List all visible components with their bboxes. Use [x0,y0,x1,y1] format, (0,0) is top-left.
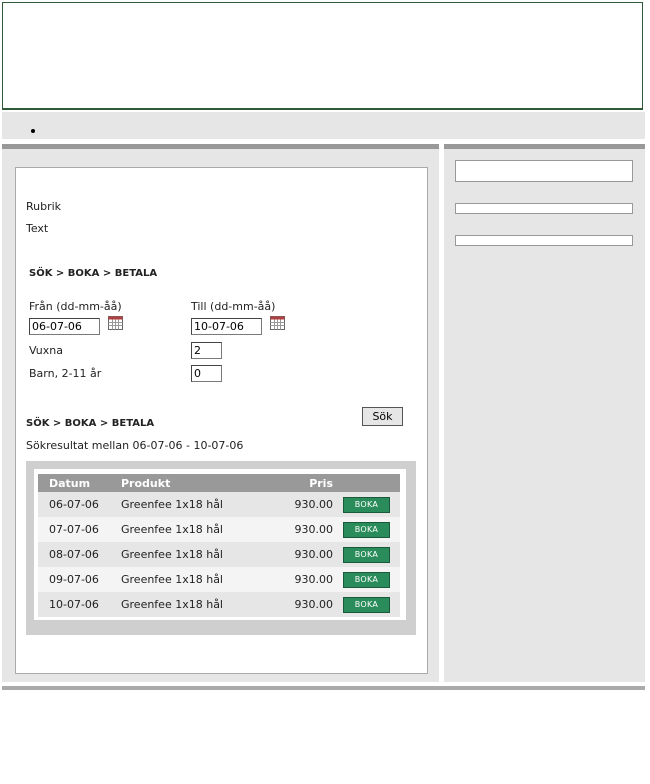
book-button[interactable]: BOKA [343,496,390,513]
page-text: Text [26,222,49,235]
book-button[interactable]: BOKA [343,596,390,613]
row-product: Greenfee 1x18 hål [121,492,271,517]
breadcrumb-steps: SÖK > BOKA > BETALA [29,268,158,279]
table-row: 09-07-06 Greenfee 1x18 hål 930.00 BOKA [38,567,400,592]
row-price: 930.00 [271,492,333,517]
row-date: 06-07-06 [38,492,121,517]
from-date-label: Från (dd-mm-åå) [29,300,122,313]
nav-bar [2,112,645,139]
sidebar-field[interactable] [455,160,633,182]
to-date-label: Till (dd-mm-åå) [191,300,276,313]
book-button[interactable]: BOKA [343,571,390,588]
column-header-action [333,474,400,492]
row-product: Greenfee 1x18 hål [121,567,271,592]
sidebar-field[interactable] [455,235,633,246]
nav-bullet [31,129,35,133]
row-date: 09-07-06 [38,567,121,592]
main-column: Rubrik Text SÖK > BOKA > BETALA Från (dd… [2,144,439,682]
page-heading: Rubrik [26,200,62,213]
results-table: Datum Produkt Pris 06-07-06 Greenfee 1x1… [38,474,400,617]
results-inner: Datum Produkt Pris 06-07-06 Greenfee 1x1… [34,469,406,620]
row-date: 07-07-06 [38,517,121,542]
row-product: Greenfee 1x18 hål [121,542,271,567]
sidebar-column [444,144,645,682]
children-input[interactable]: 0 [191,365,222,382]
header-banner [2,2,643,110]
book-button[interactable]: BOKA [343,521,390,538]
row-price: 930.00 [271,592,333,617]
children-label: Barn, 2-11 år [29,367,102,380]
row-product: Greenfee 1x18 hål [121,592,271,617]
book-button[interactable]: BOKA [343,546,390,563]
row-price: 930.00 [271,567,333,592]
table-row: 08-07-06 Greenfee 1x18 hål 930.00 BOKA [38,542,400,567]
table-row: 10-07-06 Greenfee 1x18 hål 930.00 BOKA [38,592,400,617]
row-product: Greenfee 1x18 hål [121,517,271,542]
adults-input[interactable]: 2 [191,342,222,359]
column-header-product: Produkt [121,474,271,492]
column-header-price: Pris [271,474,333,492]
sidebar-field[interactable] [455,203,633,214]
content-box: Rubrik Text SÖK > BOKA > BETALA Från (dd… [15,167,428,674]
row-date: 10-07-06 [38,592,121,617]
row-date: 08-07-06 [38,542,121,567]
table-header-row: Datum Produkt Pris [38,474,400,492]
results-panel: Datum Produkt Pris 06-07-06 Greenfee 1x1… [26,461,416,635]
calendar-icon[interactable] [108,316,123,330]
row-price: 930.00 [271,517,333,542]
search-button[interactable]: Sök [362,407,403,426]
table-row: 07-07-06 Greenfee 1x18 hål 930.00 BOKA [38,517,400,542]
from-date-input[interactable]: 06-07-06 [29,318,100,335]
adults-label: Vuxna [29,344,63,357]
calendar-icon[interactable] [270,316,285,330]
row-price: 930.00 [271,542,333,567]
to-date-input[interactable]: 10-07-06 [191,318,262,335]
results-caption: Sökresultat mellan 06-07-06 - 10-07-06 [26,439,244,452]
footer-divider [2,686,645,690]
table-row: 06-07-06 Greenfee 1x18 hål 930.00 BOKA [38,492,400,517]
breadcrumb-steps: SÖK > BOKA > BETALA [26,418,155,429]
column-header-date: Datum [38,474,121,492]
